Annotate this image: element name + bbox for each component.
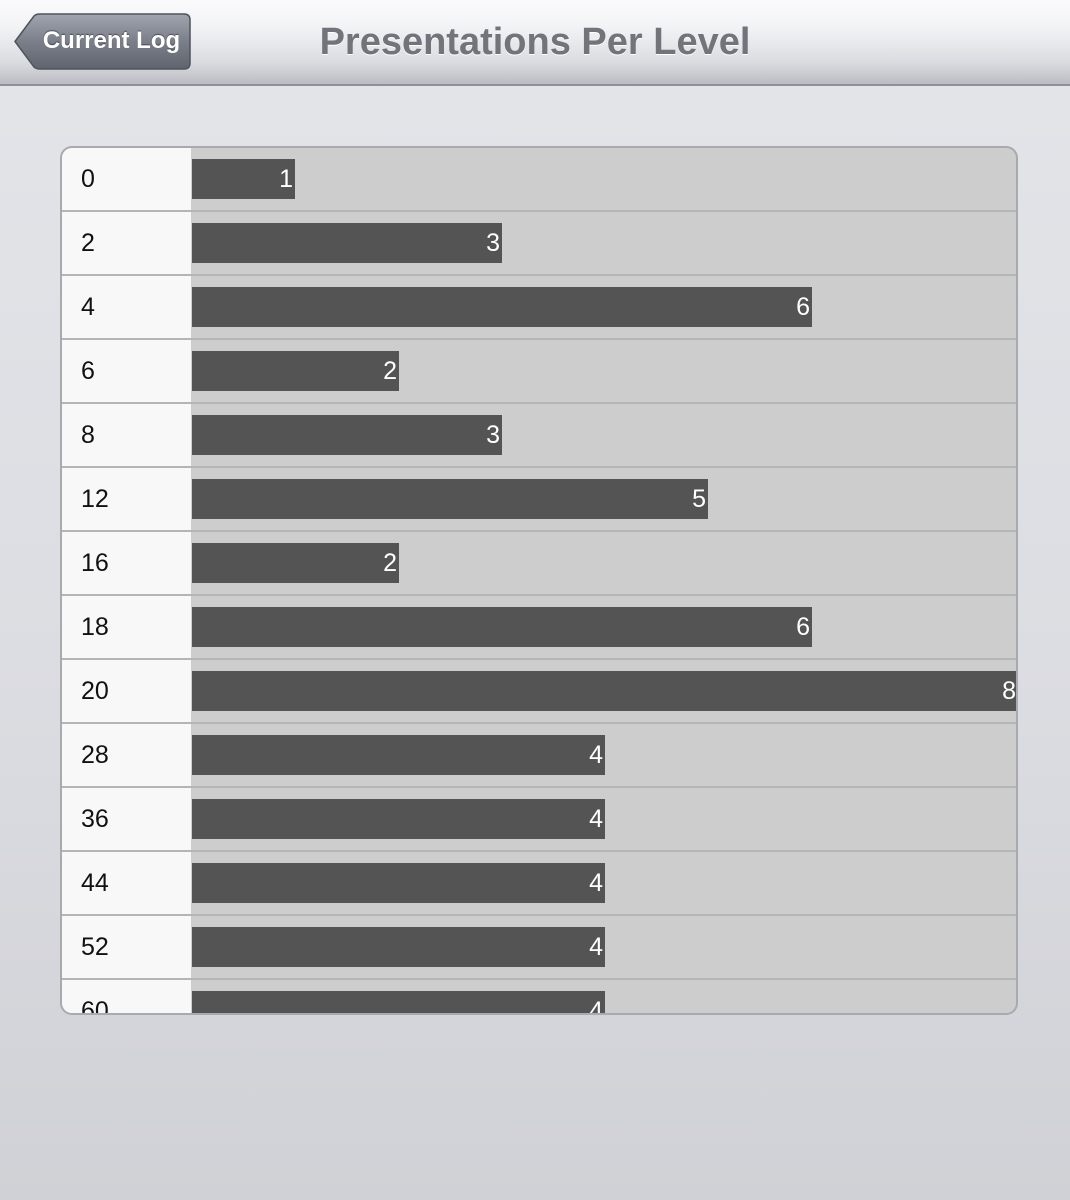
bar-value-label: 4: [589, 869, 603, 897]
level-label-cell: 2: [62, 212, 191, 274]
bar: 4: [192, 991, 605, 1015]
level-label-cell: 0: [62, 148, 191, 210]
bar: 4: [192, 927, 605, 967]
bar-chart: 0 1 2 3 4 6 6 2 8 3 12 5 16 2 18 6 20 8 28 4 36 4 44 4 52 4 60 4: [60, 146, 1018, 1015]
bar: 6: [192, 287, 812, 327]
bar: 2: [192, 351, 399, 391]
level-label: 0: [81, 165, 95, 193]
bar-value-label: 4: [589, 741, 603, 769]
page-title: Presentations Per Level: [319, 21, 751, 63]
level-label: 44: [81, 869, 109, 897]
level-label-cell: 4: [62, 276, 191, 338]
bar: 3: [192, 223, 502, 263]
level-label-cell: 16: [62, 532, 191, 594]
level-label: 2: [81, 229, 95, 257]
bar: 5: [192, 479, 708, 519]
bar-value-label: 2: [383, 549, 397, 577]
level-label: 36: [81, 805, 109, 833]
back-button-label: Current Log: [42, 27, 181, 54]
level-label: 52: [81, 933, 109, 961]
bar-value-label: 4: [589, 933, 603, 961]
level-label-cell: 20: [62, 660, 191, 722]
bar: 1: [192, 159, 295, 199]
level-label: 4: [81, 293, 95, 321]
chart-row: 36 4: [62, 788, 1016, 850]
level-label-cell: 12: [62, 468, 191, 530]
bar: 4: [192, 863, 605, 903]
level-label-cell: 44: [62, 852, 191, 914]
chart-row: 18 6: [62, 596, 1016, 658]
chart-row: 46: [62, 276, 1016, 338]
level-label: 8: [81, 421, 95, 449]
bar-value-label: 3: [486, 229, 500, 257]
bar-value-label: 4: [589, 997, 603, 1015]
chart-row: 12 5: [62, 468, 1016, 530]
bar-value-label: 5: [692, 485, 706, 513]
navigation-bar: Current Log Presentations Per Level: [0, 0, 1070, 86]
level-label-cell: 18: [62, 596, 191, 658]
chart-row: 01: [62, 148, 1016, 210]
level-label-cell: 52: [62, 916, 191, 978]
level-label: 28: [81, 741, 109, 769]
chart-row: 83: [62, 404, 1016, 466]
bar-value-label: 3: [486, 421, 500, 449]
bar: 2: [192, 543, 399, 583]
chart-row: 44 4: [62, 852, 1016, 914]
chart-row: 62: [62, 340, 1016, 402]
bar: 6: [192, 607, 812, 647]
bar-value-label: 1: [279, 165, 293, 193]
bar: 8: [192, 671, 1016, 711]
level-label-cell: 60: [62, 980, 191, 1015]
chart-row: 60 4: [62, 980, 1016, 1015]
level-label: 60: [81, 997, 109, 1015]
level-label-cell: 6: [62, 340, 191, 402]
level-label: 20: [81, 677, 109, 705]
level-label-cell: 8: [62, 404, 191, 466]
chart-row: 52 4: [62, 916, 1016, 978]
bar-value-label: 6: [796, 613, 810, 641]
level-label-cell: 28: [62, 724, 191, 786]
bar-value-label: 2: [383, 357, 397, 385]
level-label: 12: [81, 485, 109, 513]
bar: 4: [192, 799, 605, 839]
level-label: 16: [81, 549, 109, 577]
level-label: 6: [81, 357, 95, 385]
bar: 3: [192, 415, 502, 455]
bar-value-label: 4: [589, 805, 603, 833]
level-label: 18: [81, 613, 109, 641]
bar-value-label: 8: [1002, 677, 1016, 705]
back-button[interactable]: Current Log: [14, 13, 191, 70]
bar: 4: [192, 735, 605, 775]
chart-row: 28 4: [62, 724, 1016, 786]
level-label-cell: 36: [62, 788, 191, 850]
chart-row: 20 8: [62, 660, 1016, 722]
bar-value-label: 6: [796, 293, 810, 321]
chart-row: 16 2: [62, 532, 1016, 594]
chart-row: 23: [62, 212, 1016, 274]
